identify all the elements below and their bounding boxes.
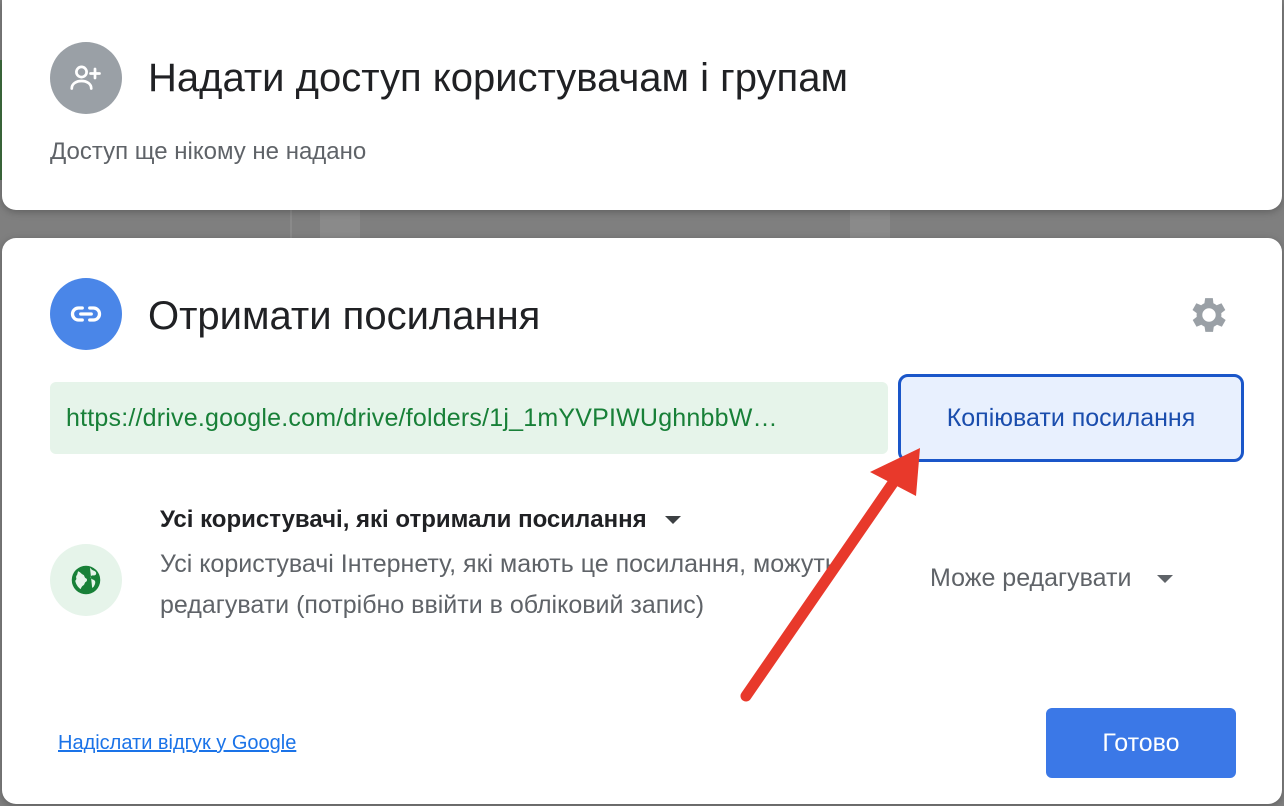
background-grid-cell: [850, 210, 890, 238]
send-feedback-link[interactable]: Надіслати відгук у Google: [58, 732, 296, 755]
link-icon: [50, 278, 122, 350]
general-access-selected: Усі користувачі, які отримали посилання: [160, 506, 647, 533]
chevron-down-icon: [1157, 574, 1174, 583]
share-link-field[interactable]: https://drive.google.com/drive/folders/1…: [50, 382, 888, 454]
done-button[interactable]: Готово: [1046, 708, 1236, 778]
general-access-description: Усі користувачі Інтернету, які мають це …: [160, 550, 838, 619]
background-grid-line: [290, 210, 292, 238]
gear-icon[interactable]: [1186, 292, 1232, 338]
background-grid-cell: [320, 210, 360, 238]
person-add-icon: [50, 42, 122, 114]
role-dropdown[interactable]: Може редагувати: [930, 564, 1174, 593]
share-link-url: https://drive.google.com/drive/folders/1…: [66, 403, 778, 432]
get-link-card: Отримати посилання https://drive.google.…: [2, 238, 1282, 804]
share-with-people-card: Надати доступ користувачам і групам Дост…: [2, 0, 1282, 210]
globe-icon: [50, 544, 122, 616]
copy-link-button[interactable]: Копіювати посилання: [898, 374, 1244, 462]
share-card-title: Надати доступ користувачам і групам: [148, 56, 848, 100]
role-selected: Може редагувати: [930, 564, 1132, 592]
share-card-subtitle: Доступ ще нікому не надано: [50, 138, 367, 165]
general-access-dropdown[interactable]: Усі користувачі, які отримали посилання: [160, 506, 681, 534]
get-link-card-title: Отримати посилання: [148, 294, 541, 338]
chevron-down-icon: [664, 516, 681, 524]
